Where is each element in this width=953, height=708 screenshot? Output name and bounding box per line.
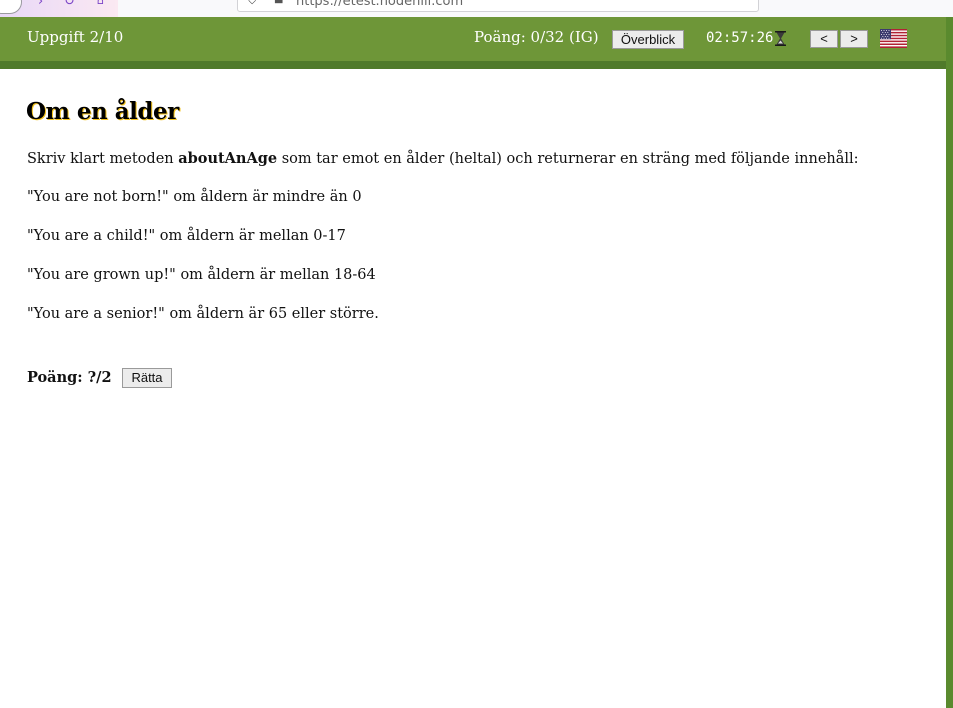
previous-task-button[interactable]: < — [810, 30, 838, 48]
right-border — [946, 17, 953, 708]
task-description-start: Skriv klart metoden — [27, 151, 179, 167]
case-senior: "You are a senior!" om åldern är 65 elle… — [27, 306, 379, 322]
overview-button[interactable]: Överblick — [612, 30, 684, 49]
check-button[interactable]: Rätta — [122, 368, 172, 388]
task-description-end: som tar emot en ålder (heltal) och retur… — [277, 151, 859, 167]
total-score: Poäng: 0/32 (IG) — [474, 28, 599, 46]
header-underline — [0, 61, 946, 69]
us-flag-icon[interactable] — [880, 29, 907, 48]
case-grown-up: "You are grown up!" om åldern är mellan … — [27, 267, 376, 283]
shield-icon: ⛉ — [248, 0, 257, 7]
case-not-born: "You are not born!" om åldern är mindre … — [27, 189, 362, 205]
reload-icon[interactable]: ↻ — [64, 0, 75, 9]
header-bar — [0, 17, 946, 61]
case-child: "You are a child!" om åldern är mellan 0… — [27, 228, 346, 244]
lock-icon: ■ — [274, 0, 283, 5]
task-counter: Uppgift 2/10 — [27, 28, 124, 46]
url-bar[interactable]: ⛉ ■ https://etest.nodehill.com — [237, 0, 759, 12]
task-title: Om en ålder — [26, 98, 179, 125]
task-points: Poäng: ?/2 — [27, 369, 112, 386]
forward-arrow-icon[interactable]: › — [38, 0, 43, 9]
countdown-timer: 02:57:26 — [706, 30, 774, 46]
next-task-button[interactable]: > — [840, 30, 868, 48]
home-icon[interactable]: ⌂ — [97, 0, 104, 7]
browser-toolbar: › ↻ ⌂ ⛉ ■ https://etest.nodehill.com — [0, 0, 953, 18]
task-description: Skriv klart metoden aboutAnAge som tar e… — [27, 150, 859, 167]
hourglass-icon — [775, 31, 786, 46]
method-name: aboutAnAge — [178, 150, 278, 167]
url-text: https://etest.nodehill.com — [296, 0, 464, 9]
